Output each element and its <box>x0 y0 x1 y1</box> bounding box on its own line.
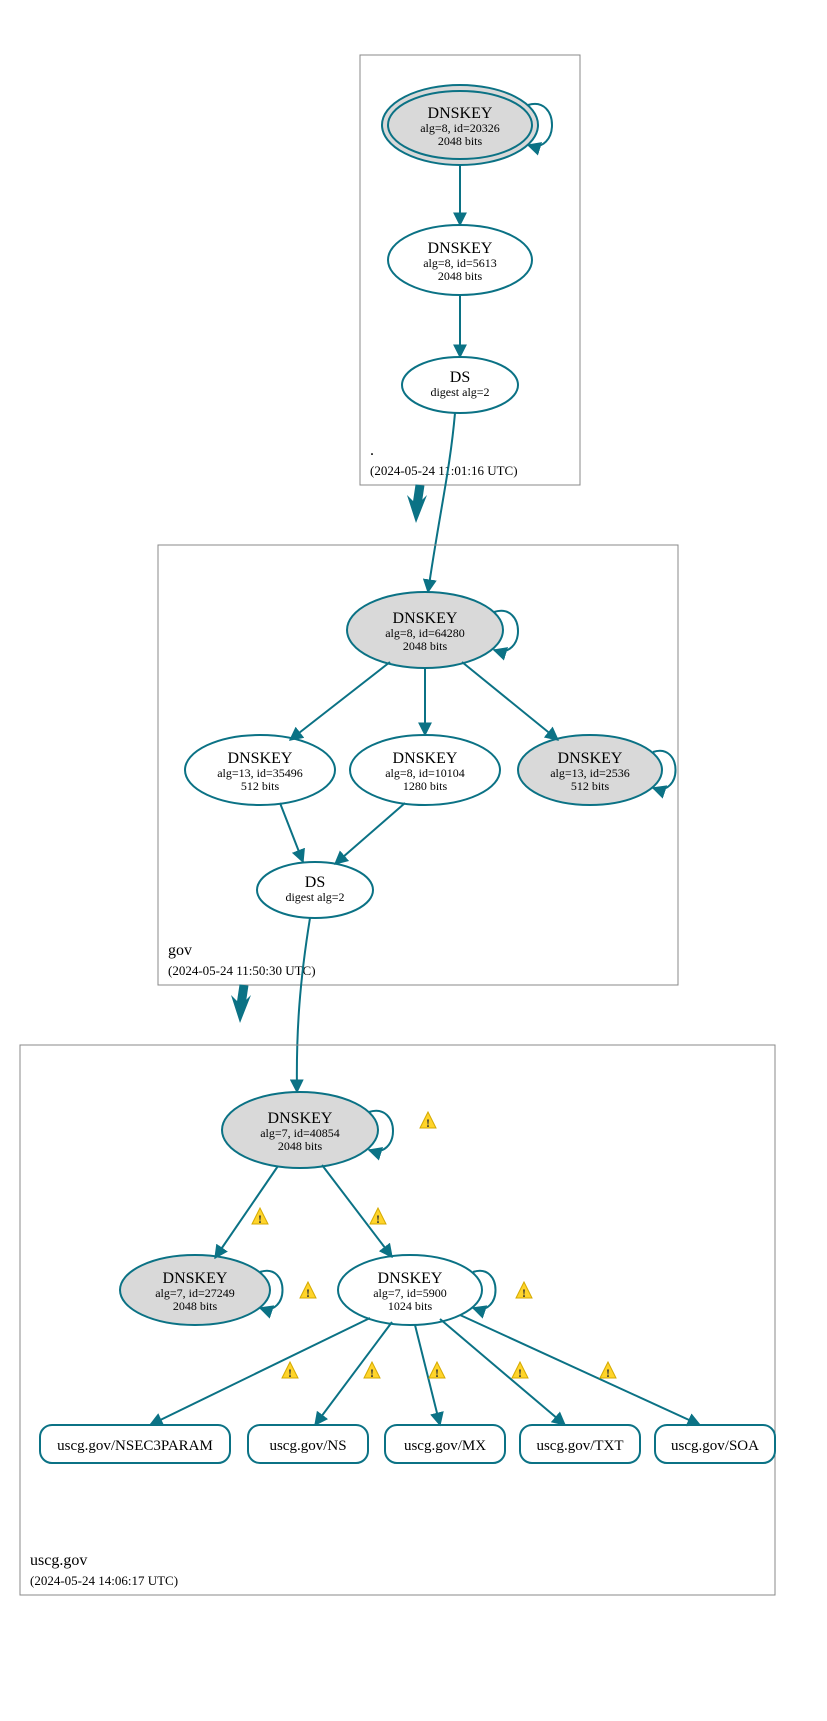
node-gov-k1: DNSKEY alg=13, id=35496 512 bits <box>185 735 335 805</box>
svg-text:2048 bits: 2048 bits <box>438 269 483 283</box>
node-gov-k2: DNSKEY alg=8, id=10104 1280 bits <box>350 735 500 805</box>
leaf-txt: uscg.gov/TXT <box>520 1425 640 1463</box>
zone-gov: gov (2024-05-24 11:50:30 UTC) DNSKEY alg… <box>158 545 678 985</box>
svg-text:alg=8, id=64280: alg=8, id=64280 <box>385 626 465 640</box>
svg-text:DNSKEY: DNSKEY <box>163 1270 228 1287</box>
warning-icon: ! <box>420 1112 436 1130</box>
leaf-ns: uscg.gov/NS <box>248 1425 368 1463</box>
svg-text:alg=7, id=27249: alg=7, id=27249 <box>155 1286 235 1300</box>
node-root-ksk: DNSKEY alg=8, id=20326 2048 bits <box>382 85 552 165</box>
svg-text:DS: DS <box>450 369 470 386</box>
svg-text:digest alg=2: digest alg=2 <box>285 890 344 904</box>
leaf-row: uscg.gov/NSEC3PARAM uscg.gov/NS uscg.gov… <box>40 1425 775 1463</box>
svg-text:1280 bits: 1280 bits <box>403 779 448 793</box>
dnssec-graph: . (2024-05-24 11:01:16 UTC) DNSKEY alg=8… <box>0 0 827 1721</box>
node-gov-k3: DNSKEY alg=13, id=2536 512 bits <box>518 735 676 805</box>
zone-root-timestamp: (2024-05-24 11:01:16 UTC) <box>370 463 518 478</box>
warning-icon: ! <box>282 1362 298 1380</box>
warning-icon: ! <box>516 1282 532 1300</box>
svg-text:!: ! <box>306 1286 310 1300</box>
node-uscg-k2: DNSKEY alg=7, id=5900 1024 bits <box>338 1255 496 1325</box>
zone-root-label: . <box>370 442 374 459</box>
svg-text:2048 bits: 2048 bits <box>438 134 483 148</box>
svg-text:uscg.gov/TXT: uscg.gov/TXT <box>536 1438 623 1454</box>
zone-root: . (2024-05-24 11:01:16 UTC) DNSKEY alg=8… <box>360 55 580 485</box>
svg-text:alg=13, id=35496: alg=13, id=35496 <box>217 766 303 780</box>
zone-uscg-label: uscg.gov <box>30 1552 87 1569</box>
svg-text:alg=13, id=2536: alg=13, id=2536 <box>550 766 630 780</box>
leaf-mx: uscg.gov/MX <box>385 1425 505 1463</box>
svg-text:2048 bits: 2048 bits <box>278 1139 323 1153</box>
node-uscg-ksk: DNSKEY alg=7, id=40854 2048 bits <box>222 1092 393 1168</box>
zone-edge-root-to-gov <box>407 485 427 523</box>
warning-icon: ! <box>364 1362 380 1380</box>
leaf-soa: uscg.gov/SOA <box>655 1425 775 1463</box>
svg-text:uscg.gov/NSEC3PARAM: uscg.gov/NSEC3PARAM <box>57 1438 213 1454</box>
svg-text:uscg.gov/MX: uscg.gov/MX <box>404 1438 486 1454</box>
svg-text:!: ! <box>258 1212 262 1226</box>
svg-text:512 bits: 512 bits <box>571 779 610 793</box>
node-uscg-k1: DNSKEY alg=7, id=27249 2048 bits <box>120 1255 283 1325</box>
node-gov-ds: DS digest alg=2 <box>257 862 373 918</box>
zone-edge-gov-to-uscg <box>231 985 251 1023</box>
warning-icon: ! <box>252 1208 268 1226</box>
svg-text:!: ! <box>522 1286 526 1300</box>
svg-text:DS: DS <box>305 874 325 891</box>
svg-text:DNSKEY: DNSKEY <box>393 750 458 767</box>
svg-text:!: ! <box>370 1366 374 1380</box>
svg-text:1024 bits: 1024 bits <box>388 1299 433 1313</box>
svg-text:DNSKEY: DNSKEY <box>428 105 493 122</box>
svg-text:alg=7, id=5900: alg=7, id=5900 <box>373 1286 447 1300</box>
svg-text:DNSKEY: DNSKEY <box>393 610 458 627</box>
svg-text:!: ! <box>426 1116 430 1130</box>
warning-icon: ! <box>300 1282 316 1300</box>
svg-text:alg=7, id=40854: alg=7, id=40854 <box>260 1126 340 1140</box>
svg-text:!: ! <box>606 1366 610 1380</box>
zone-uscg: uscg.gov (2024-05-24 14:06:17 UTC) DNSKE… <box>20 1045 775 1595</box>
svg-text:alg=8, id=10104: alg=8, id=10104 <box>385 766 465 780</box>
svg-text:alg=8, id=5613: alg=8, id=5613 <box>423 256 497 270</box>
svg-text:DNSKEY: DNSKEY <box>378 1270 443 1287</box>
warning-icon: ! <box>512 1362 528 1380</box>
svg-text:DNSKEY: DNSKEY <box>428 240 493 257</box>
svg-text:uscg.gov/NS: uscg.gov/NS <box>269 1438 346 1454</box>
svg-text:DNSKEY: DNSKEY <box>268 1110 333 1127</box>
zone-uscg-timestamp: (2024-05-24 14:06:17 UTC) <box>30 1573 178 1588</box>
node-gov-ksk: DNSKEY alg=8, id=64280 2048 bits <box>347 592 518 668</box>
svg-text:2048 bits: 2048 bits <box>403 639 448 653</box>
svg-text:digest alg=2: digest alg=2 <box>430 385 489 399</box>
node-root-ds: DS digest alg=2 <box>402 357 518 413</box>
svg-text:512 bits: 512 bits <box>241 779 280 793</box>
warning-icon: ! <box>370 1208 386 1226</box>
svg-text:alg=8, id=20326: alg=8, id=20326 <box>420 121 500 135</box>
zone-gov-label: gov <box>168 942 192 959</box>
svg-text:!: ! <box>518 1366 522 1380</box>
node-root-zsk: DNSKEY alg=8, id=5613 2048 bits <box>388 225 532 295</box>
svg-text:uscg.gov/SOA: uscg.gov/SOA <box>671 1438 759 1454</box>
leaf-nsec3param: uscg.gov/NSEC3PARAM <box>40 1425 230 1463</box>
svg-text:DNSKEY: DNSKEY <box>558 750 623 767</box>
svg-text:DNSKEY: DNSKEY <box>228 750 293 767</box>
warning-icon: ! <box>600 1362 616 1380</box>
zone-gov-timestamp: (2024-05-24 11:50:30 UTC) <box>168 963 316 978</box>
warning-icon: ! <box>429 1362 445 1380</box>
svg-text:!: ! <box>376 1212 380 1226</box>
svg-text:2048 bits: 2048 bits <box>173 1299 218 1313</box>
svg-text:!: ! <box>435 1366 439 1380</box>
svg-text:!: ! <box>288 1366 292 1380</box>
